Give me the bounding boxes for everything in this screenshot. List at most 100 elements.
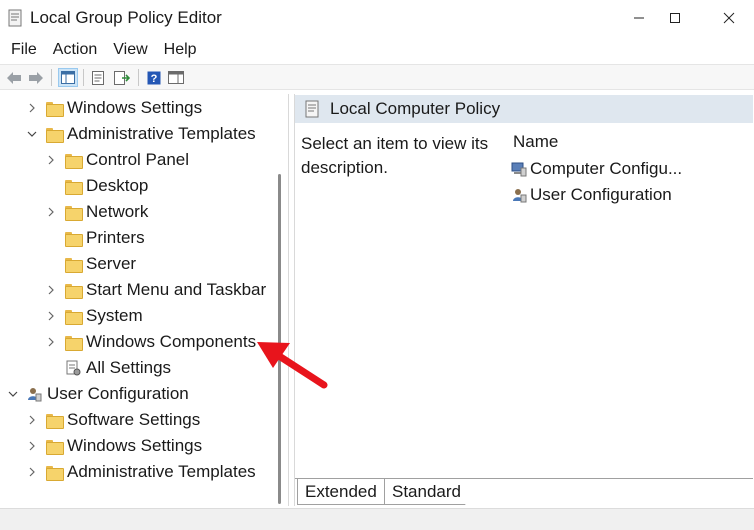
back-arrow-icon — [7, 71, 21, 84]
folder-icon — [65, 309, 83, 325]
tree-item[interactable]: Windows Components — [44, 329, 256, 355]
folder-icon — [65, 153, 83, 169]
action-pane-icon — [168, 71, 184, 84]
user-config-icon — [26, 386, 42, 402]
chevron-right-icon[interactable] — [44, 283, 58, 297]
annotation-arrow — [257, 342, 328, 389]
tree-item[interactable]: Software Settings — [25, 407, 200, 433]
tree-item[interactable]: Windows Settings — [25, 433, 202, 459]
tree-item[interactable]: Server — [44, 251, 136, 277]
tab-extended[interactable]: Extended — [297, 479, 385, 505]
description-text: Select an item to view its description. — [301, 134, 489, 177]
help-icon: ? — [147, 71, 161, 85]
tree-item-label: Desktop — [86, 176, 149, 195]
tree-item-label: Administrative Templates — [67, 124, 256, 143]
column-header-name[interactable]: Name — [513, 132, 558, 152]
details-header: Local Computer Policy — [295, 95, 753, 123]
folder-icon — [46, 101, 64, 117]
tree-item[interactable]: Desktop — [44, 173, 148, 199]
toolbar-separator — [51, 69, 52, 86]
tree-item[interactable]: Control Panel — [44, 147, 189, 173]
view-tabs: Extended Standard — [295, 478, 753, 506]
help-button[interactable]: ? — [144, 68, 164, 87]
tree-item[interactable]: Administrative Templates — [25, 121, 256, 147]
chevron-right-icon[interactable] — [25, 439, 39, 453]
chevron-down-icon[interactable] — [25, 127, 39, 141]
toolbar: ? — [0, 64, 754, 90]
console-tree[interactable]: Windows Settings Administrative Templates… — [0, 94, 289, 506]
tree-item-label: Software Settings — [67, 410, 201, 429]
chevron-right-icon[interactable] — [44, 205, 58, 219]
tree-item-label: Printers — [86, 228, 145, 247]
tab-standard[interactable]: Standard — [382, 479, 471, 505]
show-hide-tree-button[interactable] — [58, 68, 78, 87]
export-list-button[interactable] — [112, 68, 132, 87]
back-button[interactable] — [4, 68, 24, 87]
details-header-title: Local Computer Policy — [330, 99, 501, 118]
chevron-down-icon[interactable] — [6, 387, 20, 401]
tab-extended-label: Extended — [305, 481, 377, 501]
menu-help[interactable]: Help — [164, 41, 197, 59]
chevron-right-icon[interactable] — [25, 101, 39, 115]
folder-icon — [65, 231, 83, 247]
tree-item[interactable]: All Settings — [44, 355, 171, 381]
list-item-label: User Configuration — [530, 185, 672, 204]
list-item-label: Computer Configu... — [530, 159, 683, 178]
policy-editor-app-icon — [8, 9, 22, 27]
tree-item-label: Control Panel — [86, 150, 190, 169]
tree-item-label: Server — [86, 254, 137, 273]
show-action-pane-button[interactable] — [166, 68, 186, 87]
details-scrollbar[interactable] — [750, 124, 753, 474]
computer-config-icon — [511, 162, 527, 177]
status-bar — [0, 508, 754, 530]
menu-action[interactable]: Action — [53, 41, 97, 59]
tree-item-label: System — [86, 306, 143, 325]
tree-item[interactable]: System — [44, 303, 143, 329]
tree-item[interactable]: Administrative Templates — [25, 459, 256, 485]
tree-item[interactable]: Start Menu and Taskbar — [44, 277, 266, 303]
toolbar-separator — [138, 69, 139, 86]
maximize-button[interactable] — [652, 0, 698, 36]
close-icon — [723, 12, 735, 24]
chevron-right-icon[interactable] — [44, 335, 58, 349]
toolbar-separator — [83, 69, 84, 86]
tree-item[interactable]: User Configuration — [6, 381, 189, 407]
tree-item[interactable]: Printers — [44, 225, 145, 251]
tab-standard-label: Standard — [392, 481, 462, 501]
forward-button[interactable] — [26, 68, 46, 87]
properties-button[interactable] — [88, 68, 108, 87]
export-list-icon — [114, 70, 130, 85]
policy-document-icon — [305, 100, 319, 118]
tree-item-label: Administrative Templates — [67, 462, 256, 481]
tree-item[interactable]: Network — [44, 199, 148, 225]
close-button[interactable] — [706, 0, 752, 36]
user-config-icon — [513, 189, 527, 203]
chevron-right-icon[interactable] — [44, 309, 58, 323]
folder-icon — [46, 127, 64, 143]
chevron-right-icon[interactable] — [25, 465, 39, 479]
menu-file[interactable]: File — [11, 41, 37, 59]
tree-item[interactable]: Windows Settings — [25, 95, 202, 121]
folder-icon — [65, 179, 83, 195]
list-item-computer-configuration[interactable]: Computer Configu... — [511, 156, 682, 182]
settings-list-icon — [65, 360, 81, 376]
folder-icon — [65, 335, 83, 351]
title-bar[interactable]: Local Group Policy Editor — [0, 0, 754, 36]
folder-icon — [65, 257, 83, 273]
minimize-icon — [634, 17, 644, 19]
details-pane: Local Computer Policy Select an item to … — [294, 94, 754, 506]
menu-view[interactable]: View — [113, 41, 147, 59]
tree-item-label: Windows Components — [86, 332, 257, 351]
tree-item-label: Network — [86, 202, 149, 221]
chevron-right-icon[interactable] — [25, 413, 39, 427]
chevron-right-icon[interactable] — [44, 153, 58, 167]
maximize-icon — [670, 13, 680, 23]
folder-icon — [46, 413, 64, 429]
folder-icon — [46, 465, 64, 481]
folder-icon — [65, 283, 83, 299]
list-item-user-configuration[interactable]: User Configuration — [511, 182, 672, 208]
